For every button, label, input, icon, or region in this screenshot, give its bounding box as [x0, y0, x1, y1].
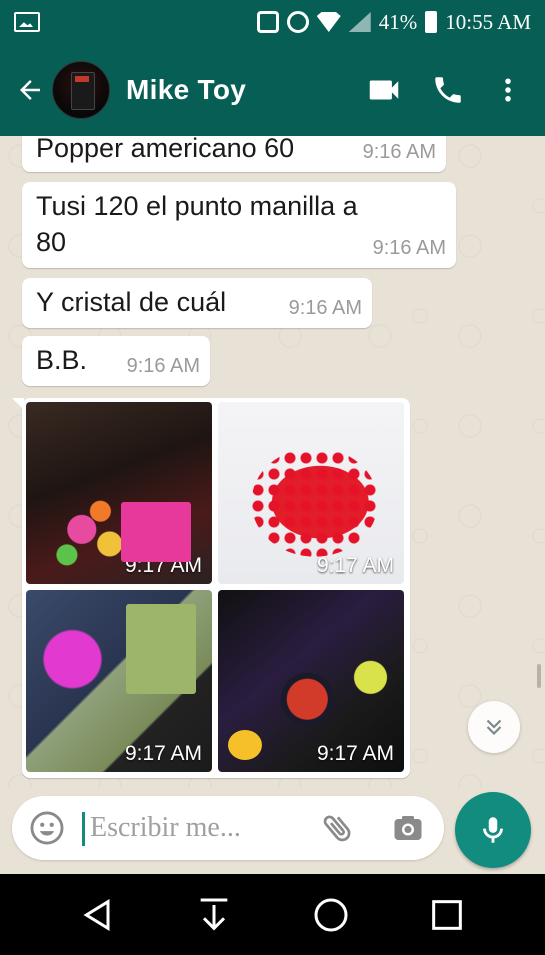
nav-recents-button[interactable] [417, 885, 477, 945]
system-nav-bar [0, 874, 545, 955]
message-time: 9:16 AM [288, 297, 362, 319]
message-text: Y cristal de cuál [36, 287, 227, 317]
message-bubble[interactable]: B.B. 9:16 AM [22, 336, 210, 386]
attach-clip-icon [323, 815, 351, 842]
header-actions [365, 71, 523, 109]
signal-icon [348, 12, 371, 32]
photo-thumbnail[interactable]: 9:17 AM [26, 402, 212, 584]
nav-home-button[interactable] [301, 885, 361, 945]
message-input[interactable] [90, 808, 300, 848]
nav-download-button[interactable] [184, 885, 244, 945]
recents-square-icon [432, 899, 462, 930]
status-indicators: 41% 10:55 AM [256, 9, 531, 35]
photo-time: 9:17 AM [316, 554, 394, 577]
alarm-icon [286, 11, 309, 33]
scrollbar[interactable] [537, 664, 541, 688]
camera-button[interactable] [390, 810, 426, 846]
message-bubble[interactable]: Y cristal de cuál 9:16 AM [22, 278, 372, 328]
wifi-icon [316, 12, 341, 32]
camera-icon [394, 816, 422, 840]
chat-area[interactable]: Popper americano 60 9:16 AM Tusi 120 el … [0, 136, 545, 788]
phone-icon [435, 77, 461, 103]
emoji-icon [30, 811, 64, 845]
back-arrow-icon [20, 80, 40, 100]
back-button[interactable] [8, 60, 52, 120]
media-message-bubble: 9:17 AM 9:17 AM 9:17 AM 9:17 AM [12, 398, 410, 778]
more-vert-icon [505, 78, 511, 102]
text-cursor [82, 812, 85, 846]
vibrate-icon [256, 11, 279, 33]
status-bar: 41% 10:55 AM [0, 0, 545, 44]
attach-button[interactable] [320, 810, 356, 846]
battery-percent: 41% [378, 9, 418, 34]
photo-time: 9:17 AM [316, 742, 394, 765]
message-time: 9:16 AM [372, 237, 446, 259]
voice-message-button[interactable] [455, 792, 531, 868]
message-text: Tusi 120 el punto manilla a 80 [36, 191, 358, 257]
more-options-button[interactable] [493, 73, 523, 107]
double-chevron-down-icon [486, 719, 502, 736]
video-call-button[interactable] [365, 71, 403, 109]
home-circle-icon [314, 898, 348, 931]
video-call-icon [369, 80, 399, 100]
contact-name[interactable]: Mike Toy [126, 74, 246, 106]
download-icon [201, 898, 228, 930]
battery-icon [425, 11, 438, 33]
voice-call-button[interactable] [431, 73, 465, 107]
back-triangle-icon [83, 898, 110, 931]
photo-thumbnail[interactable]: 9:17 AM [26, 590, 212, 772]
message-bubble[interactable]: Tusi 120 el punto manilla a 80 9:16 AM [22, 182, 456, 268]
composer [0, 788, 545, 874]
photo-grid: 9:17 AM 9:17 AM 9:17 AM 9:17 AM [26, 402, 406, 772]
photo-thumbnail[interactable]: 9:17 AM [218, 590, 404, 772]
photo-time: 9:17 AM [124, 742, 202, 765]
photo-thumbnail[interactable]: 9:17 AM [218, 402, 404, 584]
message-time: 9:16 AM [126, 355, 200, 377]
avatar[interactable] [52, 61, 110, 119]
photo-time: 9:17 AM [124, 554, 202, 577]
mic-icon [483, 817, 503, 843]
scroll-to-bottom-button[interactable] [468, 701, 520, 753]
message-bubble[interactable]: Popper americano 60 9:16 AM [22, 136, 446, 172]
message-text: B.B. [36, 345, 88, 375]
clock: 10:55 AM [445, 9, 531, 34]
message-time: 9:16 AM [362, 141, 436, 163]
nav-back-button[interactable] [68, 885, 128, 945]
message-text: Popper americano 60 [36, 136, 295, 163]
emoji-button[interactable] [28, 809, 66, 847]
chat-header: Mike Toy [0, 44, 545, 136]
image-notification-icon [14, 12, 40, 32]
message-input-box [12, 796, 444, 860]
